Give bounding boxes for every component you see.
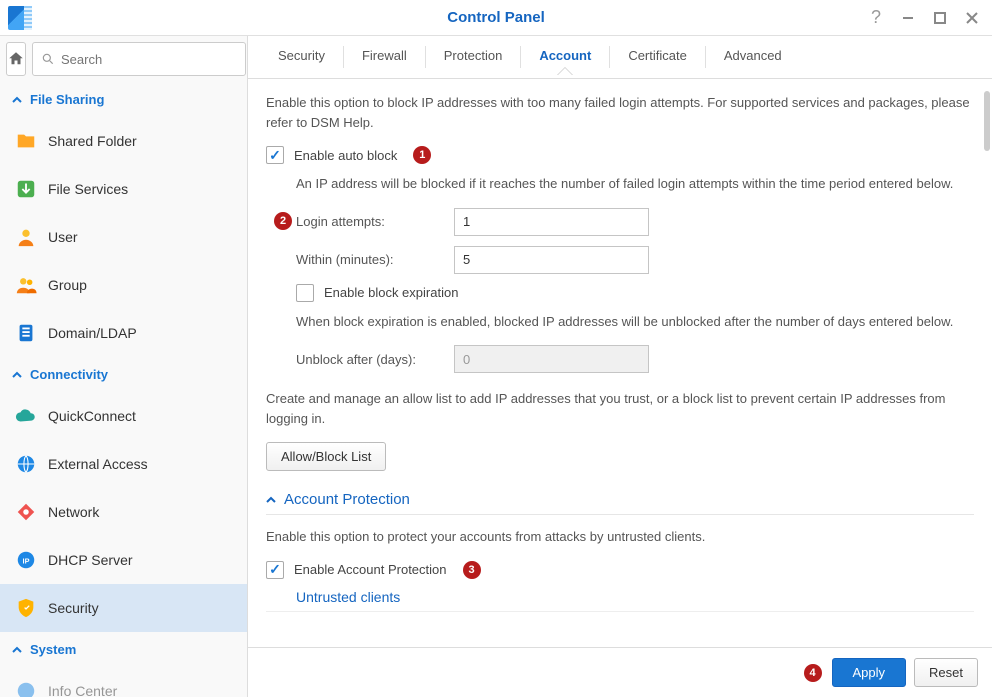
allow-block-desc: Create and manage an allow list to add I… bbox=[266, 389, 974, 428]
user-icon bbox=[14, 225, 38, 249]
enable-account-protection-label: Enable Account Protection bbox=[294, 562, 447, 577]
auto-block-desc: An IP address will be blocked if it reac… bbox=[296, 174, 974, 194]
sidebar-item-label: QuickConnect bbox=[48, 408, 136, 424]
block-expiration-desc: When block expiration is enabled, blocke… bbox=[296, 312, 974, 332]
annotation-badge-2: 2 bbox=[274, 212, 292, 230]
sidebar-item-external-access[interactable]: External Access bbox=[0, 440, 247, 488]
section-file-sharing[interactable]: File Sharing bbox=[0, 82, 247, 117]
sidebar: File Sharing Shared Folder File Services… bbox=[0, 36, 248, 697]
window-title: Control Panel bbox=[447, 9, 545, 26]
cloud-icon bbox=[14, 404, 38, 428]
tabs: Security Firewall Protection Account Cer… bbox=[248, 36, 992, 79]
sidebar-item-label: DHCP Server bbox=[48, 552, 133, 568]
scrollbar[interactable] bbox=[984, 91, 990, 151]
enable-block-expiration-label: Enable block expiration bbox=[324, 285, 458, 300]
group-icon bbox=[14, 273, 38, 297]
content-pane: Security Firewall Protection Account Cer… bbox=[248, 36, 992, 697]
sidebar-item-label: File Services bbox=[48, 181, 128, 197]
globe-icon bbox=[14, 452, 38, 476]
tab-firewall[interactable]: Firewall bbox=[344, 36, 425, 78]
annotation-badge-3: 3 bbox=[463, 561, 481, 579]
scroll-area[interactable]: Enable this option to block IP addresses… bbox=[248, 79, 992, 647]
apply-button[interactable]: Apply bbox=[832, 658, 907, 687]
footer: 4 Apply Reset bbox=[248, 647, 992, 697]
search-box[interactable] bbox=[32, 42, 246, 76]
domain-icon bbox=[14, 321, 38, 345]
sidebar-item-label: External Access bbox=[48, 456, 148, 472]
enable-auto-block-checkbox[interactable] bbox=[266, 146, 284, 164]
home-button[interactable] bbox=[6, 42, 26, 76]
close-button[interactable] bbox=[960, 6, 984, 30]
enable-auto-block-label: Enable auto block bbox=[294, 148, 397, 163]
app-icon bbox=[8, 6, 32, 30]
reset-button[interactable]: Reset bbox=[914, 658, 978, 687]
chevron-up-icon bbox=[12, 370, 22, 380]
svg-text:IP: IP bbox=[23, 557, 30, 566]
sidebar-item-user[interactable]: User bbox=[0, 213, 247, 261]
section-label: Connectivity bbox=[30, 367, 108, 382]
shield-icon bbox=[14, 596, 38, 620]
sidebar-item-label: Network bbox=[48, 504, 99, 520]
info-icon bbox=[14, 679, 38, 697]
search-icon bbox=[41, 52, 55, 66]
sidebar-item-group[interactable]: Group bbox=[0, 261, 247, 309]
chevron-up-icon bbox=[266, 495, 276, 505]
sidebar-item-security[interactable]: Security bbox=[0, 584, 247, 632]
sidebar-item-label: Group bbox=[48, 277, 87, 293]
maximize-button[interactable] bbox=[928, 6, 952, 30]
sidebar-item-label: Security bbox=[48, 600, 99, 616]
allow-block-list-button[interactable]: Allow/Block List bbox=[266, 442, 386, 471]
tab-security[interactable]: Security bbox=[260, 36, 343, 78]
minimize-button[interactable] bbox=[896, 6, 920, 30]
section-connectivity[interactable]: Connectivity bbox=[0, 357, 247, 392]
sidebar-item-label: Shared Folder bbox=[48, 133, 137, 149]
sidebar-item-shared-folder[interactable]: Shared Folder bbox=[0, 117, 247, 165]
help-button[interactable]: ? bbox=[864, 6, 888, 30]
tab-certificate[interactable]: Certificate bbox=[610, 36, 705, 78]
untrusted-clients-title: Untrusted clients bbox=[266, 589, 974, 612]
sidebar-item-label: Info Center bbox=[48, 683, 117, 697]
enable-block-expiration-checkbox[interactable] bbox=[296, 284, 314, 302]
within-minutes-input[interactable] bbox=[454, 246, 649, 274]
sidebar-item-quickconnect[interactable]: QuickConnect bbox=[0, 392, 247, 440]
sidebar-item-dhcp-server[interactable]: IP DHCP Server bbox=[0, 536, 247, 584]
tab-account[interactable]: Account bbox=[521, 36, 609, 78]
sidebar-item-info-center[interactable]: Info Center bbox=[0, 667, 247, 697]
network-icon bbox=[14, 500, 38, 524]
dhcp-icon: IP bbox=[14, 548, 38, 572]
sidebar-item-label: Domain/LDAP bbox=[48, 325, 137, 341]
section-label: System bbox=[30, 642, 76, 657]
tab-advanced[interactable]: Advanced bbox=[706, 36, 800, 78]
login-attempts-input[interactable] bbox=[454, 208, 649, 236]
folder-icon bbox=[14, 129, 38, 153]
search-input[interactable] bbox=[61, 52, 237, 67]
sidebar-item-network[interactable]: Network bbox=[0, 488, 247, 536]
file-services-icon bbox=[14, 177, 38, 201]
sidebar-item-label: User bbox=[48, 229, 78, 245]
section-title-label: Account Protection bbox=[284, 491, 410, 508]
titlebar: Control Panel ? bbox=[0, 0, 992, 36]
unblock-after-label: Unblock after (days): bbox=[296, 352, 446, 367]
enable-account-protection-checkbox[interactable] bbox=[266, 561, 284, 579]
section-system[interactable]: System bbox=[0, 632, 247, 667]
tab-protection[interactable]: Protection bbox=[426, 36, 521, 78]
section-label: File Sharing bbox=[30, 92, 104, 107]
within-minutes-label: Within (minutes): bbox=[296, 252, 446, 267]
chevron-up-icon bbox=[12, 645, 22, 655]
login-attempts-label: Login attempts: bbox=[296, 214, 446, 229]
sidebar-item-file-services[interactable]: File Services bbox=[0, 165, 247, 213]
annotation-badge-1: 1 bbox=[413, 146, 431, 164]
account-protection-desc: Enable this option to protect your accou… bbox=[266, 527, 974, 547]
account-protection-section[interactable]: Account Protection bbox=[266, 491, 974, 515]
auto-block-intro: Enable this option to block IP addresses… bbox=[266, 93, 974, 132]
annotation-badge-4: 4 bbox=[804, 664, 822, 682]
chevron-up-icon bbox=[12, 95, 22, 105]
sidebar-item-domain-ldap[interactable]: Domain/LDAP bbox=[0, 309, 247, 357]
unblock-after-input bbox=[454, 345, 649, 373]
